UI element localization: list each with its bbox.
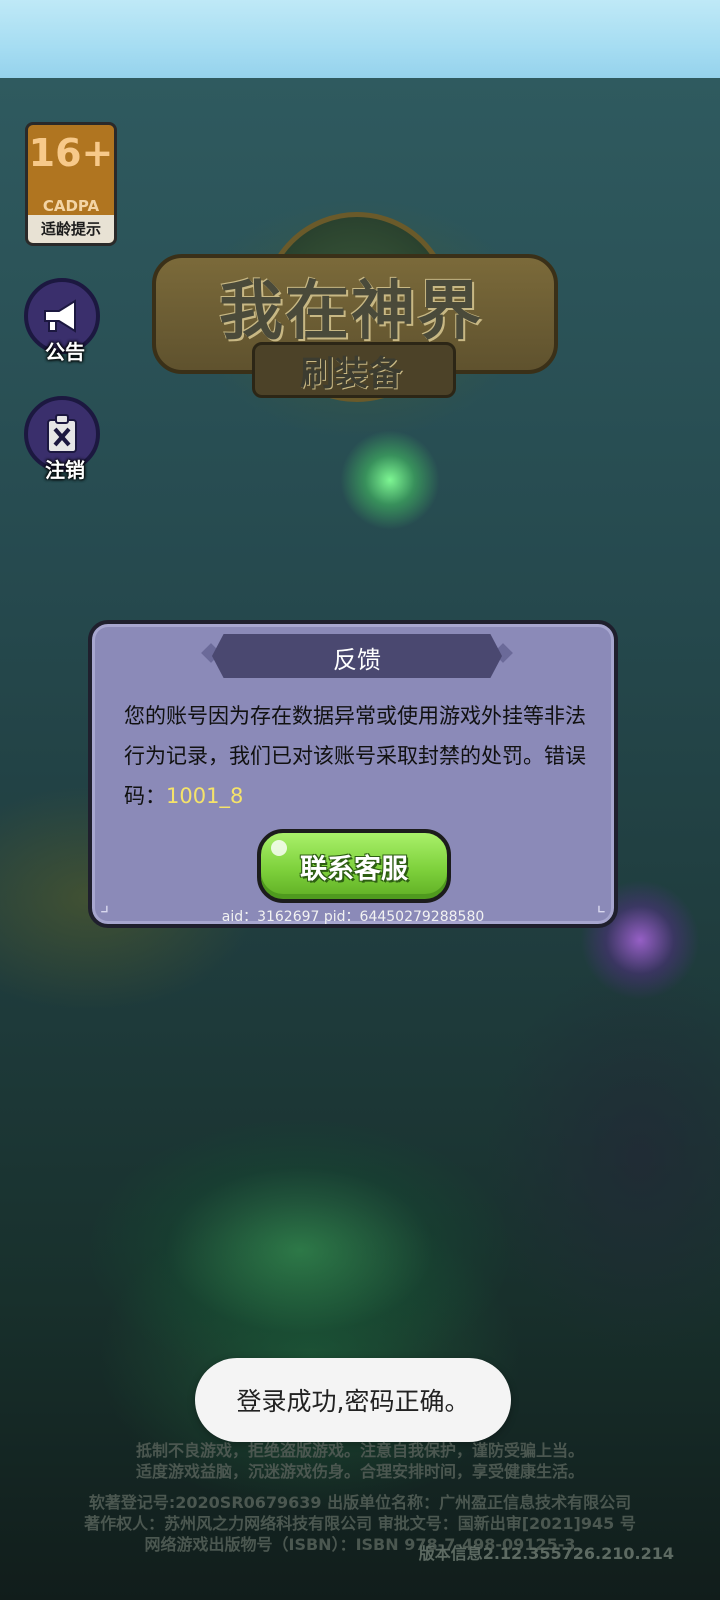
green-orb-art <box>340 430 440 530</box>
error-code: 1001_8 <box>166 784 244 808</box>
footer-line: 软著登记号:2020SR0679639 出版单位名称：广州盈正信息技术有限公司 <box>88 1493 632 1512</box>
footer-line: 适度游戏益脑，沉迷游戏伤身。合理安排时间，享受健康生活。 <box>135 1462 584 1481</box>
feedback-dialog: 反馈 您的账号因为存在数据异常或使用游戏外挂等非法行为记录，我们已对该账号采取封… <box>88 620 618 928</box>
logo-subtitle: 刷装备 <box>300 354 402 394</box>
announcement-button[interactable]: 公告 <box>24 278 106 364</box>
age-rating-hint: 适龄提示 <box>28 215 114 243</box>
game-logo: 我在神界 刷装备 <box>152 212 558 422</box>
dialog-title: 反馈 <box>333 646 381 674</box>
footer-line: 著作权人：苏州风之力网络科技有限公司 审批文号：国新出审[2021]945 号 <box>84 1514 636 1533</box>
cancel-account-button[interactable]: 注销 <box>24 396 106 482</box>
button-shine <box>271 840 287 856</box>
sky-band <box>0 0 720 78</box>
login-toast: 登录成功,密码正确。 <box>195 1358 511 1442</box>
legal-footer: 抵制不良游戏，拒绝盗版游戏。注意自我保护，谨防受骗上当。 适度游戏益脑，沉迷游戏… <box>0 1440 720 1555</box>
announcement-label: 公告 <box>45 340 85 364</box>
account-ids: aid：3162697 pid：64450279288580 <box>221 909 485 925</box>
footer-line: 抵制不良游戏，拒绝盗版游戏。注意自我保护，谨防受骗上当。 <box>135 1441 584 1460</box>
age-rating-org: CADPA <box>42 197 100 215</box>
contact-support-label: 联系客服 <box>300 853 408 885</box>
logo-title: 我在神界 <box>219 275 483 349</box>
megaphone-icon <box>44 299 76 333</box>
corner-ornament-left: ⌟ <box>100 892 110 916</box>
cancel-account-label: 注销 <box>45 458 85 482</box>
age-rating-badge[interactable]: 16+ CADPA 适龄提示 <box>25 122 117 246</box>
corner-ornament-right: ⌞ <box>596 892 606 916</box>
age-rating-number: 16+ <box>28 131 114 175</box>
dialog-message: 您的账号因为存在数据异常或使用游戏外挂等非法行为记录，我们已对该账号采取封禁的处… <box>124 696 590 816</box>
version-info: 版本信息2.12.355726.210.214 <box>418 1544 674 1563</box>
cancel-account-icon <box>47 414 77 453</box>
contact-support-button[interactable]: 联系客服 <box>257 829 451 903</box>
green-swirl-art <box>90 1120 510 1380</box>
